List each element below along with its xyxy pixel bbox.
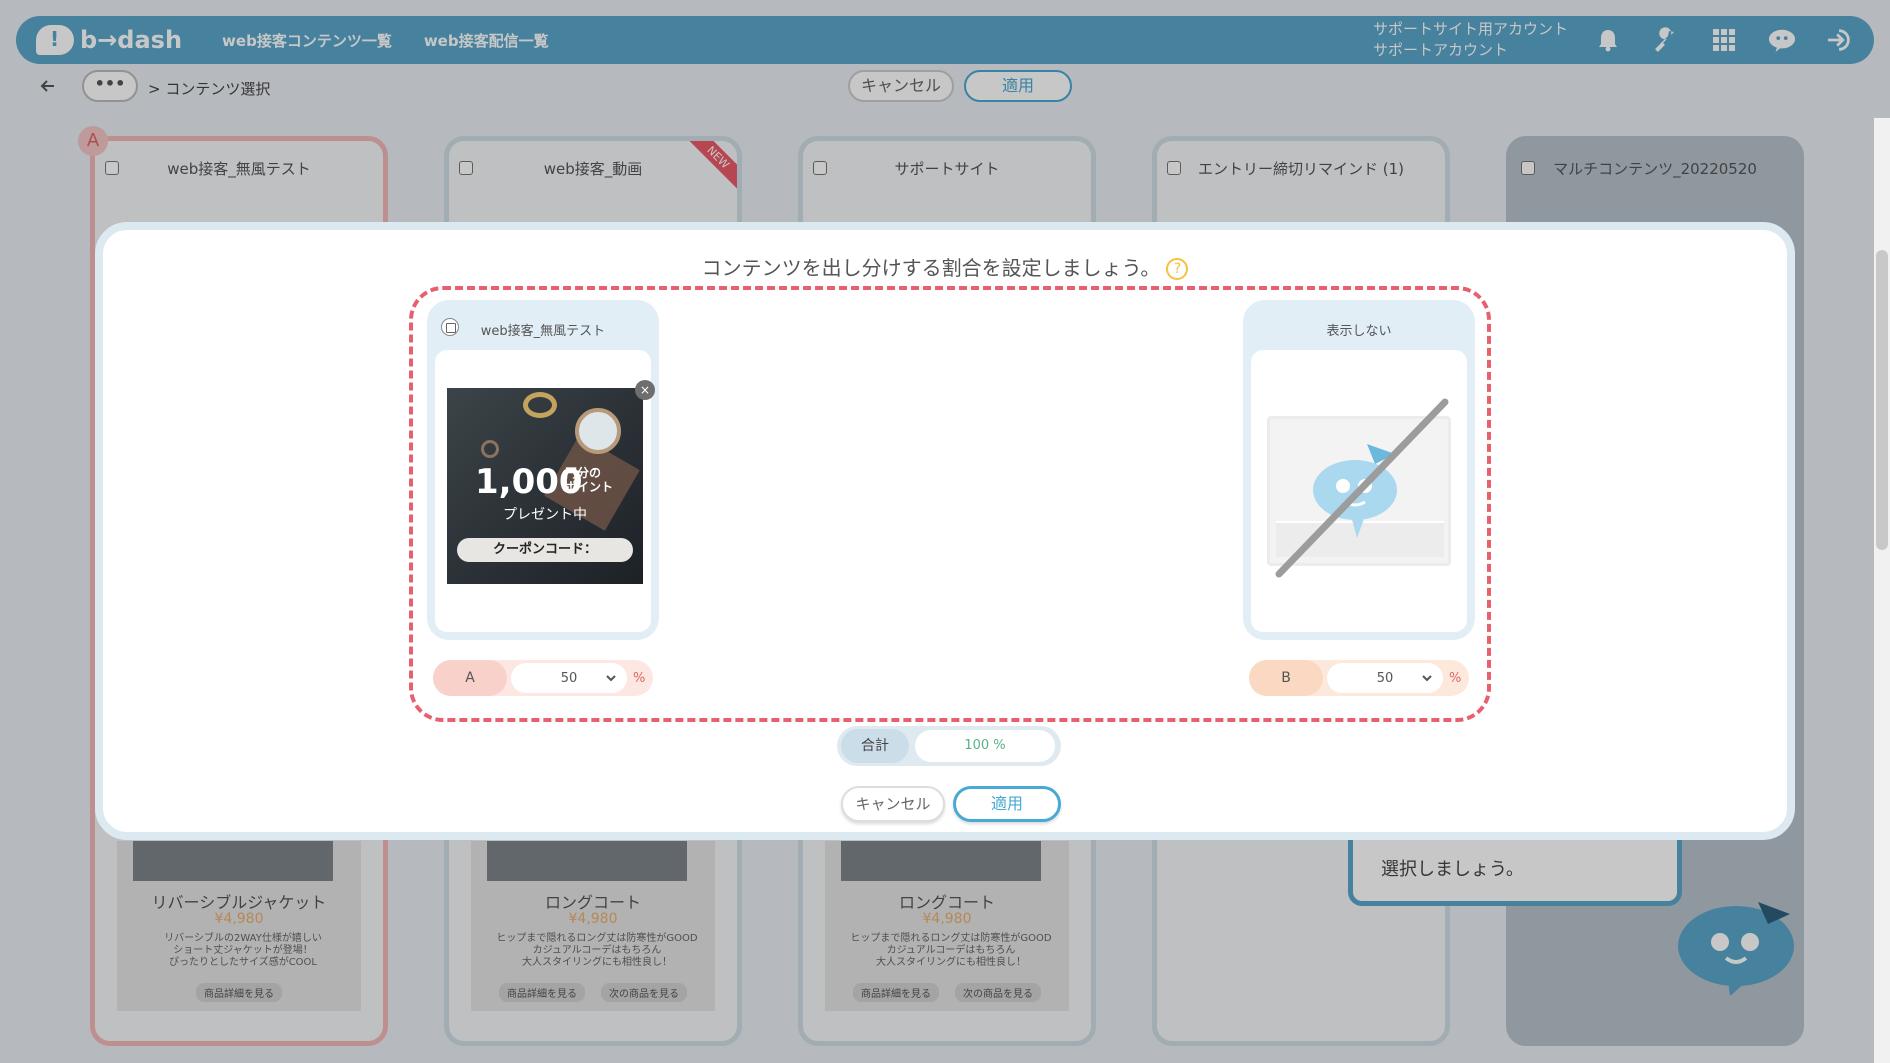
help-icon[interactable]: ? — [1166, 258, 1189, 280]
card-preview: 1,000 円分の ポイント プレゼント中 クーポンコード： × — [435, 350, 655, 632]
total-ratio: 合計 100 % — [837, 726, 1061, 766]
total-label: 合計 — [841, 729, 909, 763]
percent-unit: % — [633, 670, 646, 686]
ratio-row-b: B 50 % — [1249, 660, 1470, 696]
banner-image: 1,000 円分の ポイント プレゼント中 クーポンコード： — [447, 388, 643, 584]
percent-unit: % — [1449, 670, 1462, 686]
not-shown-slash-icon — [1275, 398, 1449, 578]
card-preview — [1251, 350, 1467, 632]
modal-title-text: コンテンツを出し分けする割合を設定しましょう。 — [701, 256, 1161, 280]
page-scrollbar[interactable] — [1874, 118, 1890, 1063]
page-scrollbar-thumb[interactable] — [1876, 250, 1888, 550]
content-card-a: web接客_無風テスト 1,000 円分の ポイント プレゼント中 クーポンコー… — [427, 300, 659, 640]
banner-watch — [575, 408, 621, 454]
close-icon[interactable]: × — [635, 380, 655, 400]
card-title: 表示しない — [1326, 324, 1392, 339]
cancel-button[interactable]: キャンセル — [841, 786, 945, 822]
ratio-row-a: A 50 % — [433, 660, 654, 696]
ratio-select-a[interactable]: 50 — [511, 663, 627, 693]
ratio-label-b: B — [1249, 660, 1323, 696]
ratio-select-a-value: 50 — [560, 670, 578, 686]
ratio-label-a: A — [433, 660, 507, 696]
banner-ring — [481, 440, 499, 458]
chevron-down-icon — [1422, 675, 1432, 682]
card-title: web接客_無風テスト — [480, 324, 606, 339]
banner-unit: 円分の ポイント — [565, 466, 613, 494]
ratio-modal: コンテンツを出し分けする割合を設定しましょう。? web接客_無風テスト 1,0… — [95, 222, 1795, 840]
banner-unit-line: ポイント — [565, 480, 614, 494]
ratio-select-b-value: 50 — [1376, 670, 1394, 686]
chevron-down-icon — [606, 675, 616, 682]
ratio-select-b[interactable]: 50 — [1327, 663, 1443, 693]
modal-title: コンテンツを出し分けする割合を設定しましょう。? — [103, 252, 1787, 281]
content-card-b: 表示しない — [1243, 300, 1475, 640]
banner-coupon: クーポンコード： — [457, 538, 633, 562]
apply-button[interactable]: 適用 — [953, 786, 1061, 822]
ratio-area: web接客_無風テスト 1,000 円分の ポイント プレゼント中 クーポンコー… — [409, 286, 1491, 722]
banner-present: プレゼント中 — [503, 507, 587, 523]
banner-unit-line: 円分の — [565, 466, 602, 480]
banner-watch — [523, 392, 557, 418]
total-value: 100 % — [915, 730, 1055, 762]
